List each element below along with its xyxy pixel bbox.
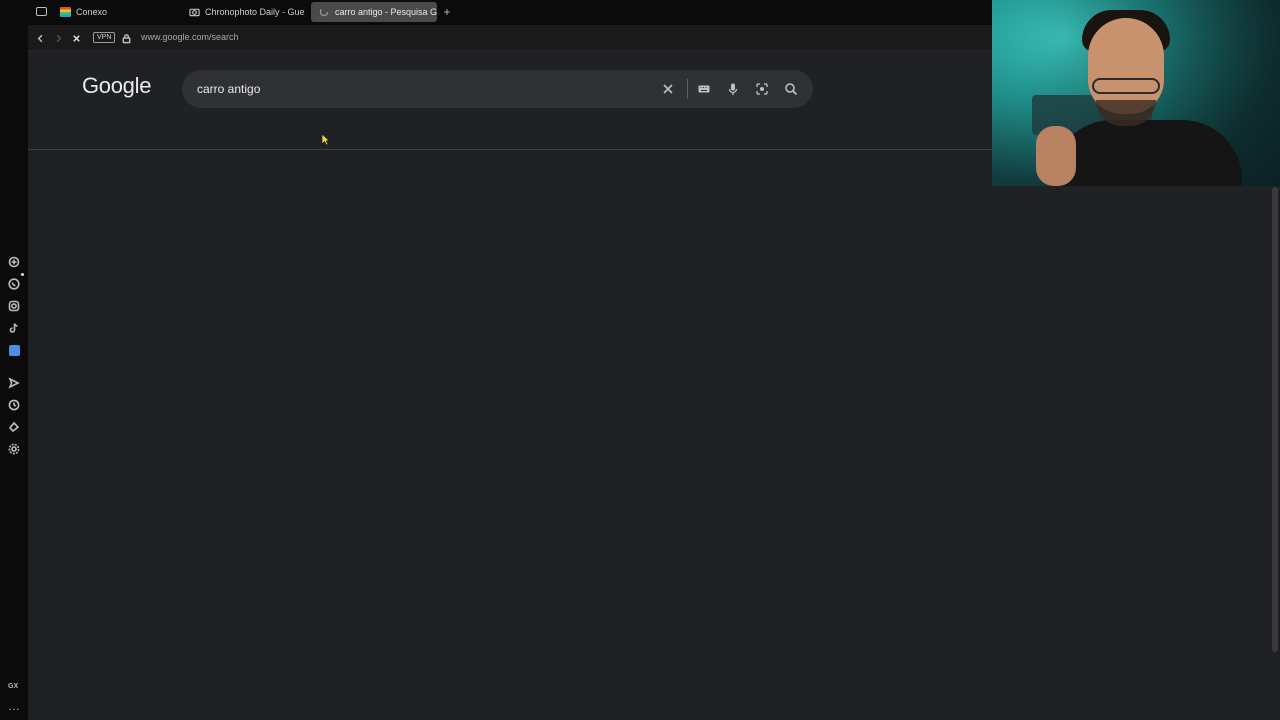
lens-icon[interactable] bbox=[753, 80, 771, 98]
tab-conexo[interactable]: Conexo bbox=[52, 2, 172, 22]
search-input[interactable] bbox=[197, 79, 637, 99]
keyboard-icon[interactable] bbox=[695, 80, 713, 98]
whatsapp-icon[interactable] bbox=[6, 276, 22, 292]
screen: Conexo Chronophoto Daily - Gues carro an… bbox=[0, 0, 1280, 720]
lock-icon[interactable] bbox=[119, 31, 133, 45]
send-icon[interactable] bbox=[6, 375, 22, 391]
ai-icon[interactable] bbox=[6, 254, 22, 270]
more-button[interactable]: … bbox=[8, 699, 20, 713]
tab-label: carro antigo - Pesquisa G bbox=[335, 7, 437, 17]
sidebar: GX … bbox=[0, 0, 28, 720]
search-icon[interactable] bbox=[782, 80, 800, 98]
forward-icon[interactable] bbox=[51, 31, 65, 45]
search-divider bbox=[687, 79, 688, 99]
workspaces-icon[interactable] bbox=[36, 7, 47, 16]
settings-icon[interactable] bbox=[6, 441, 22, 457]
webcam-person-hand bbox=[1036, 126, 1076, 186]
google-logo[interactable]: Google bbox=[82, 73, 151, 99]
back-icon[interactable] bbox=[33, 31, 47, 45]
tab-label: Conexo bbox=[76, 7, 108, 17]
search-box bbox=[182, 70, 813, 108]
webcam-person-glasses bbox=[1092, 78, 1160, 94]
gx-brand-label: GX bbox=[8, 683, 19, 690]
stop-loading-icon[interactable] bbox=[69, 31, 83, 45]
new-tab-button[interactable]: + bbox=[441, 5, 453, 19]
mouse-cursor-icon bbox=[321, 133, 330, 146]
camera-icon bbox=[189, 7, 200, 17]
page-scrollbar[interactable] bbox=[1272, 187, 1278, 652]
webcam-overlay bbox=[992, 0, 1280, 186]
clear-icon[interactable] bbox=[659, 80, 677, 98]
tiktok-icon[interactable] bbox=[6, 320, 22, 336]
mic-icon[interactable] bbox=[724, 80, 742, 98]
extensions-icon[interactable] bbox=[6, 419, 22, 435]
loading-spinner-icon bbox=[319, 7, 330, 17]
webcam-person-shirt bbox=[1052, 120, 1242, 186]
tab-active-search[interactable]: carro antigo - Pesquisa G bbox=[311, 2, 437, 22]
tab-chronophoto[interactable]: Chronophoto Daily - Gues bbox=[181, 2, 305, 22]
notification-dot bbox=[21, 273, 24, 276]
history-icon[interactable] bbox=[6, 397, 22, 413]
google-header: Google bbox=[28, 51, 992, 150]
vpn-badge[interactable]: VPN bbox=[93, 32, 116, 43]
tab-label: Chronophoto Daily - Gues bbox=[205, 7, 305, 17]
app-icon[interactable] bbox=[6, 342, 22, 358]
instagram-icon[interactable] bbox=[6, 298, 22, 314]
grid-icon bbox=[60, 7, 71, 17]
url-field[interactable]: www.google.com/search bbox=[141, 32, 239, 42]
